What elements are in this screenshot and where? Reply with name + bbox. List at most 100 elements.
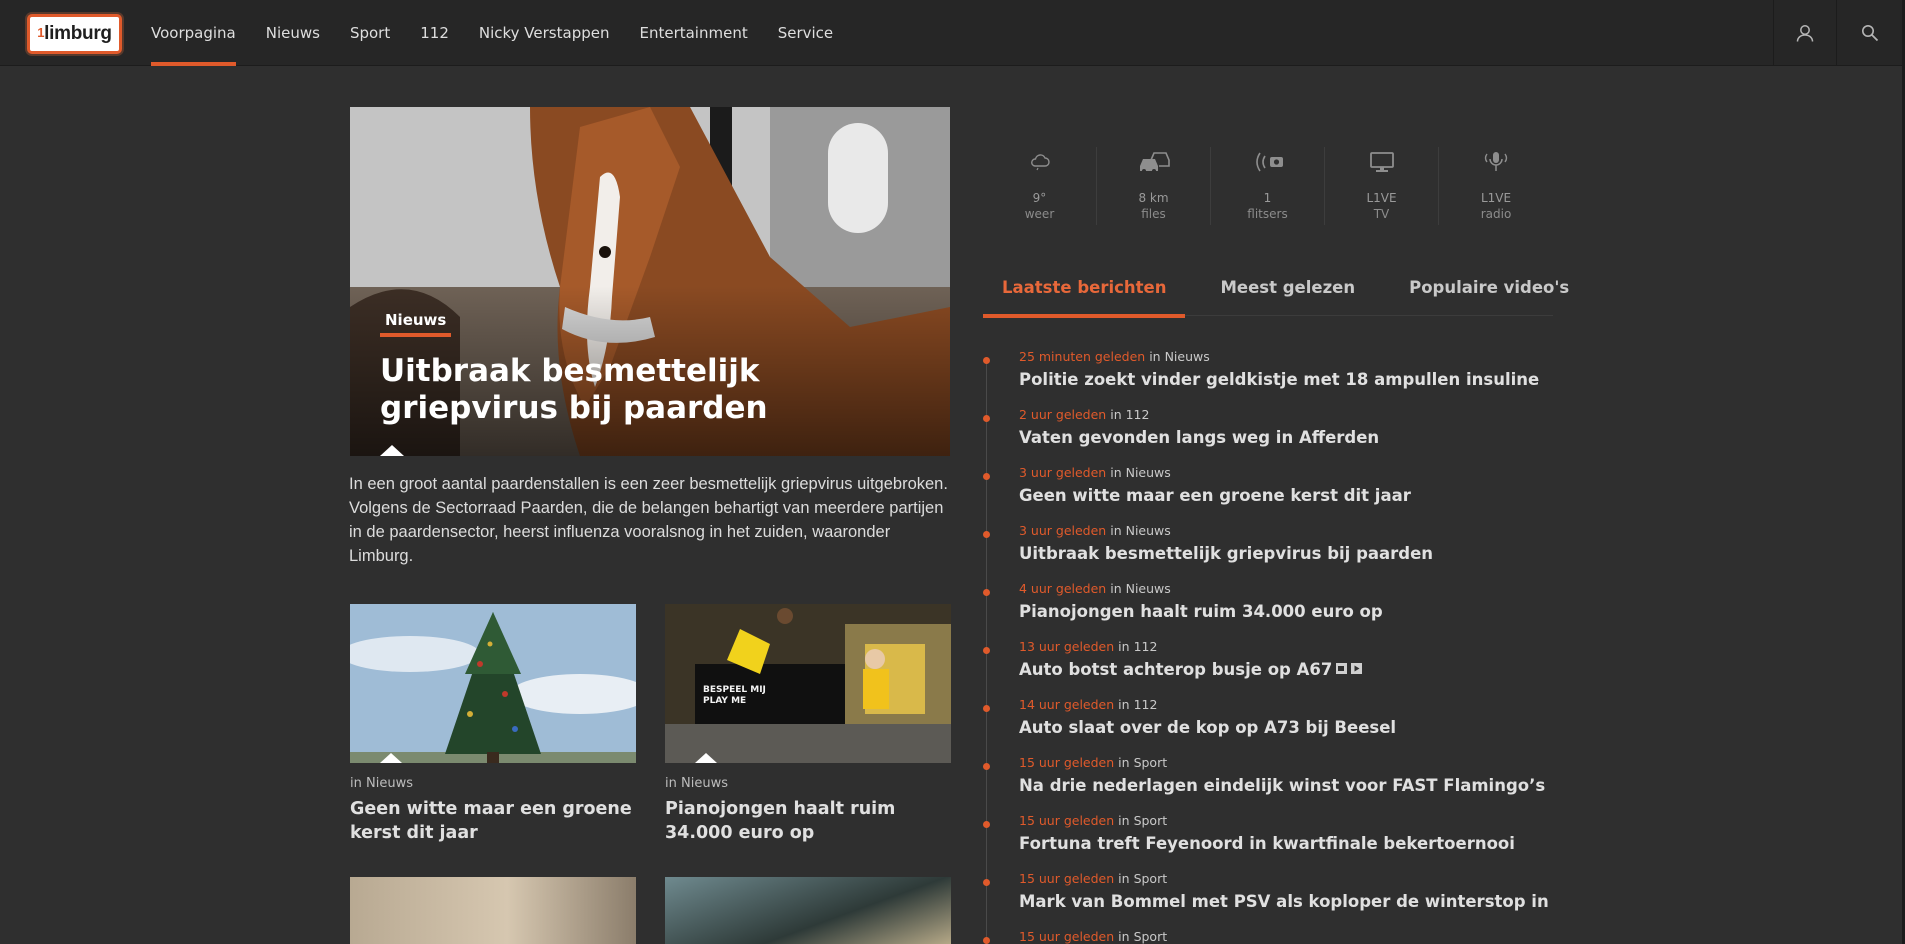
news-time: 15 uur geleden bbox=[1019, 755, 1115, 770]
nav-item-sport[interactable]: Sport bbox=[350, 0, 390, 66]
news-time: 3 uur geleden bbox=[1019, 465, 1107, 480]
piano-image-text: BESPEEL MIJ PLAY ME bbox=[703, 685, 766, 706]
tv-label: TV bbox=[1373, 207, 1390, 221]
news-time: 15 uur geleden bbox=[1019, 813, 1115, 828]
news-title[interactable]: Mark van Bommel met PSV als koploper de … bbox=[1019, 891, 1583, 912]
piano-photo: BESPEEL MIJ PLAY ME bbox=[665, 604, 951, 763]
news-item[interactable]: 15 uur geleden in Sport Mark van Bommel m… bbox=[983, 871, 1583, 929]
video-icon bbox=[1351, 663, 1363, 674]
news-item[interactable]: 2 uur geleden in 112 Vaten gevonden langs… bbox=[983, 407, 1583, 465]
news-item[interactable]: 15 uur geleden in Sport Fortuna treft Fey… bbox=[983, 813, 1583, 871]
timeline-dot bbox=[983, 821, 990, 828]
hero-article[interactable]: Nieuws Uitbraak besmettelijk griepvirus … bbox=[350, 107, 950, 456]
news-title[interactable]: Fortuna treft Feyenoord in kwartfinale b… bbox=[1019, 833, 1583, 854]
news-time: 3 uur geleden bbox=[1019, 523, 1107, 538]
tab-populaire-videos[interactable]: Populaire video's bbox=[1390, 258, 1588, 316]
article-card[interactable] bbox=[350, 877, 636, 944]
article-card[interactable]: BESPEEL MIJ PLAY ME in Nieuws Pianojonge… bbox=[665, 604, 951, 845]
article-card[interactable] bbox=[665, 877, 951, 944]
traffic-widget[interactable]: 8 km files bbox=[1097, 147, 1211, 225]
news-title[interactable]: Geen witte maar een groene kerst dit jaa… bbox=[1019, 485, 1583, 506]
news-category[interactable]: 112 bbox=[1134, 697, 1158, 712]
speedcam-value: 1 bbox=[1263, 191, 1272, 205]
news-category[interactable]: Sport bbox=[1134, 871, 1168, 886]
timeline-dot bbox=[983, 357, 990, 364]
news-item[interactable]: 4 uur geleden in Nieuws Pianojongen haalt… bbox=[983, 581, 1583, 639]
card-category[interactable]: Nieuws bbox=[366, 776, 413, 791]
news-category[interactable]: Sport bbox=[1134, 929, 1168, 944]
news-time: 4 uur geleden bbox=[1019, 581, 1107, 596]
news-title-row[interactable]: Auto botst achterop busje op A67 bbox=[1019, 659, 1583, 680]
tab-meest-gelezen[interactable]: Meest gelezen bbox=[1201, 258, 1374, 316]
card-title[interactable]: Pianojongen haalt ruim 34.000 euro op bbox=[665, 797, 951, 845]
timeline-dot bbox=[983, 589, 990, 596]
hero-category-label[interactable]: Nieuws bbox=[379, 311, 452, 337]
timeline-dot bbox=[983, 531, 990, 538]
card-title[interactable]: Geen witte maar een groene kerst dit jaa… bbox=[350, 797, 636, 845]
tv-icon bbox=[1369, 147, 1395, 177]
news-item[interactable]: 3 uur geleden in Nieuws Geen witte maar e… bbox=[983, 465, 1583, 523]
card-meta: in Nieuws bbox=[350, 776, 413, 791]
news-category[interactable]: Nieuws bbox=[1126, 465, 1171, 480]
news-time: 15 uur geleden bbox=[1019, 929, 1115, 944]
article-card[interactable]: in Nieuws Geen witte maar een groene ker… bbox=[350, 604, 636, 845]
card-category[interactable]: Nieuws bbox=[681, 776, 728, 791]
timeline-dot bbox=[983, 647, 990, 654]
news-tabs: Laatste berichten Meest gelezen Populair… bbox=[983, 258, 1569, 318]
news-title[interactable]: Auto botst achterop busje op A67 bbox=[1019, 660, 1332, 679]
weather-value: 9° bbox=[1032, 191, 1047, 205]
news-category[interactable]: Sport bbox=[1134, 813, 1168, 828]
tv-widget[interactable]: L1VE TV bbox=[1325, 147, 1439, 225]
news-title[interactable]: Uitbraak besmettelijk griepvirus bij paa… bbox=[1019, 543, 1583, 564]
news-category[interactable]: Sport bbox=[1134, 755, 1168, 770]
card-pointer bbox=[695, 753, 717, 763]
news-time: 14 uur geleden bbox=[1019, 697, 1115, 712]
cars-icon bbox=[1137, 147, 1171, 177]
news-time: 25 minuten geleden bbox=[1019, 349, 1146, 364]
nav-item-nicky-verstappen[interactable]: Nicky Verstappen bbox=[479, 0, 610, 66]
search-button[interactable] bbox=[1838, 0, 1902, 66]
news-item[interactable]: 3 uur geleden in Nieuws Uitbraak besmette… bbox=[983, 523, 1583, 581]
news-item[interactable]: 13 uur geleden in 112 Auto botst achterop… bbox=[983, 639, 1583, 697]
news-title[interactable]: Na drie nederlagen eindelijk winst voor … bbox=[1019, 775, 1583, 796]
news-title[interactable]: Auto slaat over de kop op A73 bij Beesel bbox=[1019, 717, 1583, 738]
news-time: 2 uur geleden bbox=[1019, 407, 1107, 422]
tab-laatste-berichten[interactable]: Laatste berichten bbox=[983, 258, 1186, 318]
nav-item-nieuws[interactable]: Nieuws bbox=[266, 0, 320, 66]
weather-widget[interactable]: 9° weer bbox=[983, 147, 1097, 225]
l1-logo[interactable]: 1limburg bbox=[27, 14, 122, 54]
christmas-tree-photo bbox=[350, 604, 636, 763]
news-time: 13 uur geleden bbox=[1019, 639, 1115, 654]
article-thumbnail bbox=[665, 877, 951, 944]
weather-label: weer bbox=[1024, 207, 1055, 221]
news-item[interactable]: 25 minuten geleden in Nieuws Politie zoek… bbox=[983, 349, 1583, 407]
account-button[interactable] bbox=[1773, 0, 1837, 66]
radio-value: L1VE bbox=[1480, 191, 1512, 205]
speedcam-widget[interactable]: 1 flitsers bbox=[1211, 147, 1325, 225]
news-category[interactable]: 112 bbox=[1126, 407, 1150, 422]
timeline-dot bbox=[983, 763, 990, 770]
news-category[interactable]: Nieuws bbox=[1165, 349, 1210, 364]
nav-item-entertainment[interactable]: Entertainment bbox=[639, 0, 747, 66]
hero-pointer bbox=[380, 445, 404, 456]
radio-widget[interactable]: L1VE radio bbox=[1439, 147, 1553, 225]
main-nav: Voorpagina Nieuws Sport 112 Nicky Versta… bbox=[151, 0, 863, 66]
nav-item-112[interactable]: 112 bbox=[420, 0, 449, 66]
news-title[interactable]: Pianojongen haalt ruim 34.000 euro op bbox=[1019, 601, 1583, 622]
news-title[interactable]: Politie zoekt vinder geldkistje met 18 a… bbox=[1019, 369, 1583, 390]
news-title[interactable]: Vaten gevonden langs weg in Afferden bbox=[1019, 427, 1583, 448]
news-time: 15 uur geleden bbox=[1019, 871, 1115, 886]
news-category[interactable]: Nieuws bbox=[1126, 523, 1171, 538]
card-meta: in Nieuws bbox=[665, 776, 728, 791]
hero-headline[interactable]: Uitbraak besmettelijk griepvirus bij paa… bbox=[380, 353, 940, 427]
news-category[interactable]: 112 bbox=[1134, 639, 1158, 654]
news-item[interactable]: 15 uur geleden in Sport bbox=[983, 929, 1583, 944]
gallery-icon bbox=[1336, 663, 1348, 674]
news-item[interactable]: 14 uur geleden in 112 Auto slaat over de … bbox=[983, 697, 1583, 755]
news-category[interactable]: Nieuws bbox=[1126, 581, 1171, 596]
top-navigation-bar: 1limburg Voorpagina Nieuws Sport 112 Nic… bbox=[0, 0, 1905, 66]
radio-icon bbox=[1482, 147, 1510, 177]
nav-item-voorpagina[interactable]: Voorpagina bbox=[151, 0, 236, 66]
nav-item-service[interactable]: Service bbox=[778, 0, 833, 66]
news-item[interactable]: 15 uur geleden in Sport Na drie nederlage… bbox=[983, 755, 1583, 813]
